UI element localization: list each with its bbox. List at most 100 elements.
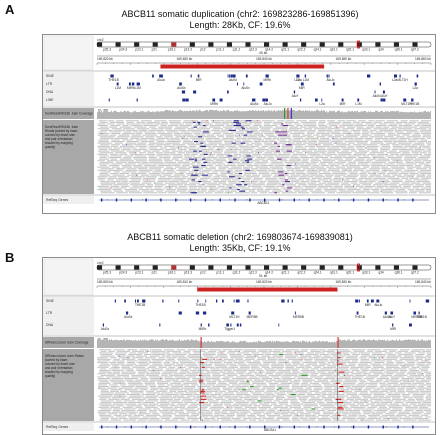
aligned-read [257, 406, 271, 408]
coverage-bar [268, 110, 269, 119]
ideogram-band [115, 42, 121, 47]
coverage-bar [172, 339, 173, 348]
aligned-read [170, 137, 180, 139]
igv-view[interactable]: chr2p25.3 p24.3 p23.1 p21 p16.1 p13.3 p12 p11.1… [43, 258, 435, 434]
aligned-read [354, 137, 365, 139]
aligned-read [225, 145, 237, 147]
coverage-bar [215, 109, 216, 119]
aligned-read [207, 400, 219, 402]
coverage-bar [149, 111, 150, 119]
aligned-read [156, 381, 171, 383]
aligned-read [370, 398, 383, 400]
aligned-read [99, 416, 114, 418]
repeat-feature-name: AluY [292, 94, 300, 98]
aligned-read [351, 349, 366, 351]
coverage-bar [273, 342, 274, 348]
igv-browser-window[interactable]: chr2 p25.3 p24.3 p23.1 p21 p16.1 p13.3 p12 p11.1… [42, 257, 436, 435]
gene-exon [189, 198, 192, 202]
igv-browser-window[interactable]: chr2 p25.3 p24.3 p23.1 p21 p16.1 p13.3 p12 p11.1… [42, 34, 436, 214]
aligned-read [130, 125, 143, 127]
aligned-read [292, 189, 301, 191]
aligned-read [223, 370, 232, 372]
aligned-read [295, 390, 308, 392]
aligned-read [225, 190, 237, 192]
aligned-read [98, 349, 112, 351]
coverage-bar [252, 109, 253, 119]
coverage-bar [103, 111, 104, 119]
aligned-read [238, 360, 251, 362]
aligned-read [99, 152, 114, 154]
aligned-read [356, 147, 363, 149]
coverage-bar [148, 340, 149, 348]
aligned-read [415, 168, 427, 170]
aligned-read [366, 169, 380, 171]
aligned-read [209, 166, 216, 168]
coverage-bar [167, 109, 168, 119]
repeat-feature [124, 299, 126, 303]
aligned-read [329, 165, 340, 167]
aligned-read [203, 390, 219, 392]
coverage-bar [418, 112, 419, 119]
aligned-read [358, 414, 366, 416]
coverage-bar [211, 109, 212, 119]
coverage-bar [378, 339, 379, 348]
aligned-read [108, 169, 123, 171]
aligned-read [284, 357, 297, 359]
aligned-read [187, 128, 195, 130]
aligned-read [394, 352, 402, 354]
coverage-bar [351, 111, 352, 119]
mismatch-base [365, 400, 367, 402]
coverage-bar [226, 110, 227, 119]
coverage-bar [250, 342, 251, 348]
strand-arrow: ‹ [177, 425, 178, 429]
mismatch-base [101, 133, 103, 135]
gene-exon [249, 198, 251, 202]
coverage-bar [255, 342, 256, 348]
mismatch-base [119, 382, 121, 384]
aligned-read [252, 184, 265, 186]
aligned-read [141, 182, 152, 184]
aligned-read [364, 137, 374, 139]
aligned-read [298, 184, 307, 186]
aligned-read [107, 179, 114, 181]
aligned-read [161, 392, 173, 394]
coverage-bar [172, 109, 173, 119]
aligned-read [314, 378, 323, 380]
aligned-read [136, 362, 148, 364]
aligned-read [373, 121, 382, 123]
aligned-read [319, 161, 333, 163]
aligned-read [211, 171, 219, 173]
aligned-read [290, 381, 301, 383]
repeat-feature [134, 299, 137, 303]
aligned-read [415, 184, 424, 186]
aligned-read [399, 137, 411, 139]
aligned-read [133, 414, 144, 416]
aligned-read [320, 354, 329, 356]
aligned-read [331, 133, 342, 135]
aligned-read [240, 411, 251, 413]
aligned-read [214, 192, 224, 194]
coverage-bar [121, 340, 122, 348]
aligned-read [239, 397, 250, 399]
aligned-read [149, 411, 158, 413]
aligned-read [278, 370, 291, 372]
igv-view[interactable]: chr2p25.3 p24.3 p23.1 p21 p16.1 p13.3 p12 p11.1… [43, 35, 435, 213]
aligned-read [233, 389, 243, 391]
aligned-read [224, 142, 233, 144]
coverage-bar [268, 341, 269, 348]
aligned-read [121, 133, 135, 135]
coverage-bar [157, 111, 158, 119]
aligned-read [331, 145, 347, 147]
aligned-read [203, 352, 216, 354]
aligned-read [163, 174, 172, 176]
aligned-read [262, 363, 270, 365]
aligned-read [234, 387, 246, 389]
aligned-read [176, 182, 188, 184]
aligned-read [191, 153, 198, 155]
aligned-read [126, 150, 141, 152]
aligned-read [338, 153, 352, 155]
coverage-bar [99, 111, 100, 119]
aligned-read [419, 155, 431, 157]
coverage-bar [212, 342, 213, 348]
coverage-bar [299, 110, 300, 119]
